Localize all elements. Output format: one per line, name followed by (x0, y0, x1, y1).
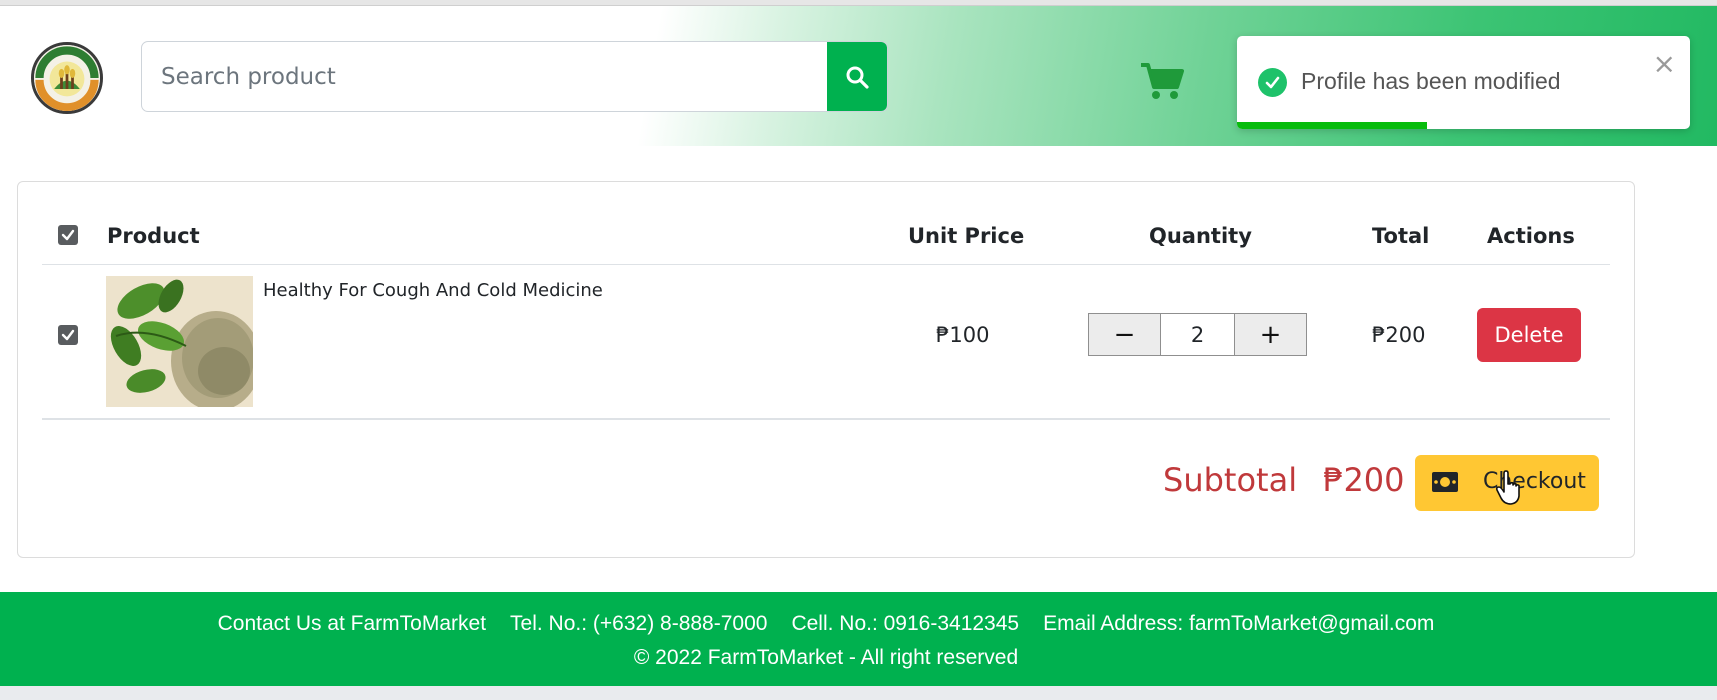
toast-progress-fill (1237, 122, 1428, 129)
product-name[interactable]: Healthy For Cough And Cold Medicine (263, 280, 603, 301)
header-divider (42, 264, 1610, 265)
toast-close-icon[interactable]: × (1653, 50, 1676, 78)
toast-progress-bar (1237, 122, 1690, 129)
search-button[interactable] (827, 42, 887, 111)
footer-telephone: Tel. No.: (+632) 8-888-7000 (510, 612, 768, 635)
search-bar (141, 41, 888, 112)
delete-button[interactable]: Delete (1477, 308, 1581, 362)
increase-quantity-button[interactable]: + (1234, 313, 1307, 356)
toast-message: Profile has been modified (1301, 68, 1561, 94)
browser-bottom-edge (0, 686, 1717, 700)
hand-pointer-cursor-icon (1496, 470, 1520, 505)
footer-contact-line: Contact Us at FarmToMarket Tel. No.: (+63… (0, 612, 1652, 636)
column-header-quantity: Quantity (1149, 224, 1252, 248)
shopping-cart-icon (1141, 63, 1184, 99)
search-input[interactable] (142, 42, 828, 111)
checkmark-icon (61, 229, 75, 241)
item-total: ₱200 (1372, 323, 1426, 347)
column-header-product: Product (107, 224, 200, 248)
site-footer: Contact Us at FarmToMarket Tel. No.: (+63… (0, 592, 1717, 686)
column-header-total: Total (1372, 224, 1430, 248)
profile-modified-toast: Profile has been modified × (1237, 36, 1690, 129)
search-icon (846, 66, 869, 89)
check-circle-icon (1258, 68, 1287, 97)
footer-contact: Contact Us at FarmToMarket (217, 612, 487, 635)
money-bill-icon (1432, 472, 1458, 492)
product-image[interactable] (106, 276, 253, 407)
herb-leaves-image (106, 276, 253, 407)
footer-copyright: © 2022 FarmToMarket - All right reserved (633, 646, 1019, 669)
unit-price: ₱100 (936, 323, 990, 347)
shopping-cart-button[interactable] (1140, 61, 1184, 101)
select-all-checkbox[interactable] (58, 225, 78, 245)
quantity-stepper: − 2 + (1088, 313, 1307, 356)
subtotal-label: Subtotal (1163, 461, 1298, 499)
farm-to-market-logo[interactable] (31, 42, 103, 114)
subtotal-amount: ₱200 (1323, 461, 1405, 499)
column-header-unit-price: Unit Price (908, 224, 1025, 248)
row-divider (42, 418, 1610, 420)
footer-cellphone: Cell. No.: 0916-3412345 (791, 612, 1020, 635)
footer-email[interactable]: Email Address: farmToMarket@gmail.com (1043, 612, 1434, 635)
quantity-input[interactable]: 2 (1161, 313, 1234, 356)
decrease-quantity-button[interactable]: − (1088, 313, 1161, 356)
checkmark-icon (61, 329, 75, 341)
item-checkbox[interactable] (58, 325, 78, 345)
logo-emblem-icon (34, 45, 100, 111)
subtotal: Subtotal ₱200 (1163, 461, 1405, 499)
column-header-actions: Actions (1487, 224, 1575, 248)
